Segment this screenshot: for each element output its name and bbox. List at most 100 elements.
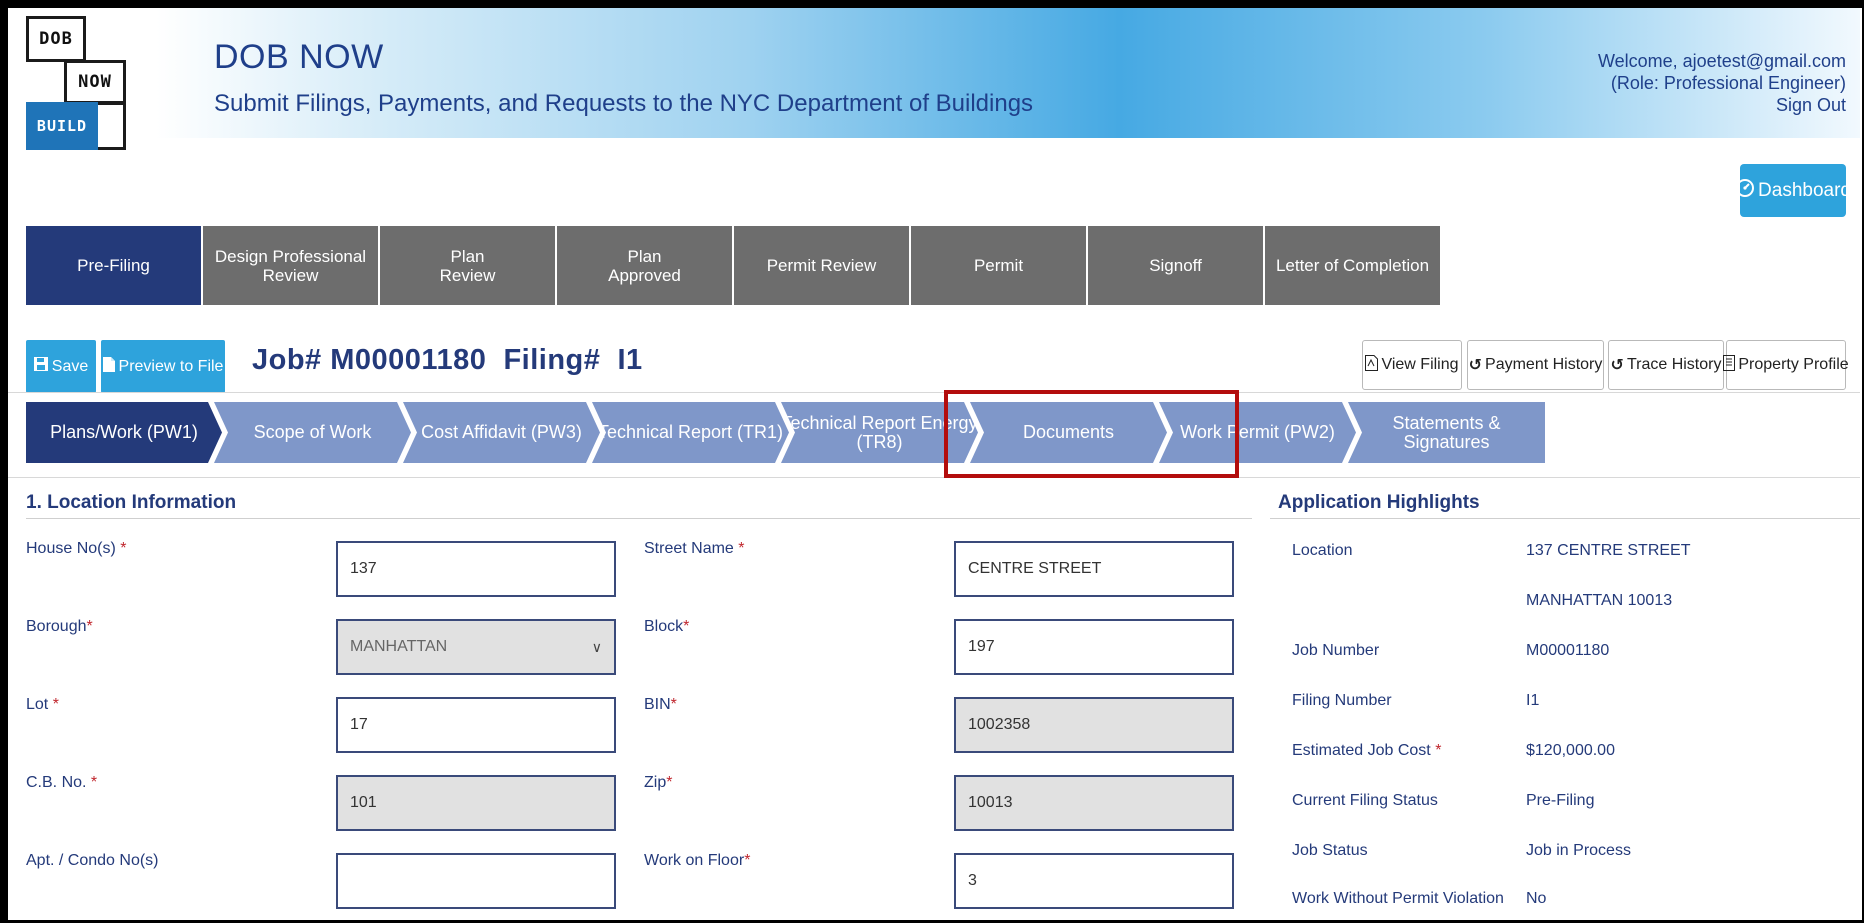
lot-field[interactable]: 17 bbox=[336, 697, 616, 753]
preview-to-file-button[interactable]: Preview to File bbox=[101, 340, 225, 393]
view-filing-label: View Filing bbox=[1381, 356, 1459, 373]
stage-letter-of-completion[interactable]: Letter of Completion bbox=[1265, 226, 1440, 305]
work-on-floor-field[interactable]: 3 bbox=[954, 853, 1234, 909]
street-name-field[interactable]: CENTRE STREET bbox=[954, 541, 1234, 597]
field-value: 3 bbox=[968, 872, 977, 889]
cb-no-field[interactable]: 101 bbox=[336, 775, 616, 831]
preview-label: Preview to File bbox=[118, 357, 224, 375]
view-filing-button[interactable]: View Filing bbox=[1362, 340, 1462, 390]
logo-build-extension bbox=[96, 102, 126, 150]
stage-permit-review[interactable]: Permit Review bbox=[734, 226, 909, 305]
required-mark: * bbox=[738, 540, 745, 557]
stage-label: Letter of Completion bbox=[1275, 256, 1430, 275]
zip-field[interactable]: 10013 bbox=[954, 775, 1234, 831]
tab-scope-of-work[interactable]: Scope of Work bbox=[214, 402, 411, 463]
property-profile-button[interactable]: Property Profile bbox=[1723, 340, 1849, 390]
block-field[interactable]: 197 bbox=[954, 619, 1234, 675]
property-profile-label: Property Profile bbox=[1738, 356, 1849, 373]
stage-label: Signoff bbox=[1149, 256, 1202, 275]
house-no-field[interactable]: 137 bbox=[336, 541, 616, 597]
required-mark: * bbox=[86, 618, 93, 635]
bin-field[interactable]: 1002358 bbox=[954, 697, 1234, 753]
dashboard-button[interactable]: Dashboard bbox=[1736, 164, 1851, 217]
apt-condo-label: Apt. / Condo No(s) bbox=[26, 852, 159, 870]
highlight-location-label: Location bbox=[1292, 542, 1353, 559]
label-text: Zip bbox=[644, 774, 667, 791]
field-value: 17 bbox=[350, 716, 368, 733]
required-mark: * bbox=[744, 852, 751, 869]
floppy-disk-icon bbox=[33, 357, 48, 376]
label-text: Lot bbox=[26, 696, 49, 713]
payment-history-label: Payment History bbox=[1485, 356, 1603, 373]
label-text: Street Name bbox=[644, 540, 734, 557]
highlight-violation-label: Work Without Permit Violation bbox=[1292, 890, 1504, 907]
highlight-cost-value: $120,000.00 bbox=[1526, 742, 1615, 759]
save-label: Save bbox=[51, 357, 89, 375]
save-button[interactable]: Save bbox=[26, 340, 96, 393]
form-tab-bar: Plans/Work (PW1) Scope of Work Cost Affi… bbox=[26, 402, 1545, 463]
filing-stage-bar: Pre-Filing Design Professional Review Pl… bbox=[26, 226, 1440, 305]
application-highlights-title: Application Highlights bbox=[1278, 492, 1480, 513]
user-info: Welcome, ajoetest@gmail.com (Role: Profe… bbox=[1598, 50, 1846, 116]
select-value: MANHATTAN bbox=[350, 638, 448, 655]
logo-now-box: NOW bbox=[64, 60, 126, 104]
borough-select[interactable]: MANHATTAN ∨ bbox=[336, 619, 616, 675]
highlight-status-value: Pre-Filing bbox=[1526, 792, 1595, 809]
stage-permit[interactable]: Permit bbox=[911, 226, 1086, 305]
highlight-filing-number-label: Filing Number bbox=[1292, 692, 1392, 709]
block-label: Block* bbox=[644, 618, 689, 636]
field-value: 1002358 bbox=[968, 716, 1031, 733]
highlight-location-line2: MANHATTAN 10013 bbox=[1526, 592, 1673, 609]
label-text: Apt. / Condo No(s) bbox=[26, 852, 159, 869]
required-mark: * bbox=[666, 774, 673, 791]
dashboard-icon bbox=[1735, 178, 1755, 204]
label-text: Borough bbox=[26, 618, 87, 635]
label-text: House No(s) bbox=[26, 540, 116, 557]
highlight-job-number-label: Job Number bbox=[1292, 642, 1380, 659]
sign-out-link[interactable]: Sign Out bbox=[1598, 94, 1846, 116]
tab-statements-signatures[interactable]: Statements & Signatures bbox=[1348, 402, 1545, 463]
required-mark: * bbox=[683, 618, 690, 635]
zip-label: Zip* bbox=[644, 774, 672, 792]
tab-technical-report-tr1[interactable]: Technical Report (TR1) bbox=[592, 402, 789, 463]
stage-plan-review[interactable]: Plan Review bbox=[380, 226, 555, 305]
stage-design-professional-review[interactable]: Design Professional Review bbox=[203, 226, 378, 305]
lot-label: Lot * bbox=[26, 696, 59, 714]
street-name-label: Street Name * bbox=[644, 540, 745, 558]
user-role: (Role: Professional Engineer) bbox=[1610, 73, 1846, 93]
stage-pre-filing[interactable]: Pre-Filing bbox=[26, 226, 201, 305]
highlight-filing-number-value: I1 bbox=[1526, 692, 1540, 709]
stage-signoff[interactable]: Signoff bbox=[1088, 226, 1263, 305]
payment-history-button[interactable]: ↺ Payment History bbox=[1467, 340, 1604, 390]
trace-history-button[interactable]: ↺ Trace History bbox=[1608, 340, 1724, 390]
stage-label: Plan Review bbox=[439, 246, 496, 285]
tab-strip-bottom-divider bbox=[8, 477, 1860, 478]
tab-label: Cost Affidavit (PW3) bbox=[421, 422, 582, 442]
label-text: Estimated Job Cost bbox=[1292, 742, 1431, 759]
tab-plans-work-pw1[interactable]: Plans/Work (PW1) bbox=[26, 402, 222, 463]
highlight-job-status-label: Job Status bbox=[1292, 842, 1368, 859]
job-filing-title: Job# M00001180 Filing# I1 bbox=[252, 344, 643, 376]
file-icon bbox=[102, 356, 115, 377]
document-icon bbox=[1723, 354, 1736, 376]
location-information-title: 1. Location Information bbox=[26, 492, 237, 513]
field-value: 101 bbox=[350, 794, 377, 811]
documents-tab-highlight bbox=[944, 390, 1239, 478]
dashboard-label: Dashboard bbox=[1758, 179, 1851, 201]
stage-label: Permit bbox=[973, 256, 1024, 275]
stage-label: Pre-Filing bbox=[77, 256, 150, 275]
required-mark: * bbox=[1435, 742, 1442, 759]
tab-label: Statements & Signatures bbox=[1392, 412, 1501, 452]
stage-plan-approved[interactable]: Plan Approved bbox=[557, 226, 732, 305]
app-title: DOB NOW bbox=[214, 38, 384, 76]
highlight-cost-label: Estimated Job Cost * bbox=[1292, 742, 1441, 760]
chevron-down-icon: ∨ bbox=[591, 638, 602, 655]
logo-dob-box: DOB bbox=[26, 16, 86, 62]
dob-now-build-logo[interactable]: DOB NOW BUILD bbox=[26, 16, 132, 156]
work-on-floor-label: Work on Floor* bbox=[644, 852, 750, 870]
tab-cost-affidavit-pw3[interactable]: Cost Affidavit (PW3) bbox=[403, 402, 600, 463]
stage-label: Permit Review bbox=[766, 256, 877, 275]
required-mark: * bbox=[670, 696, 677, 713]
field-value: CENTRE STREET bbox=[968, 560, 1102, 577]
apt-condo-field[interactable] bbox=[336, 853, 616, 909]
